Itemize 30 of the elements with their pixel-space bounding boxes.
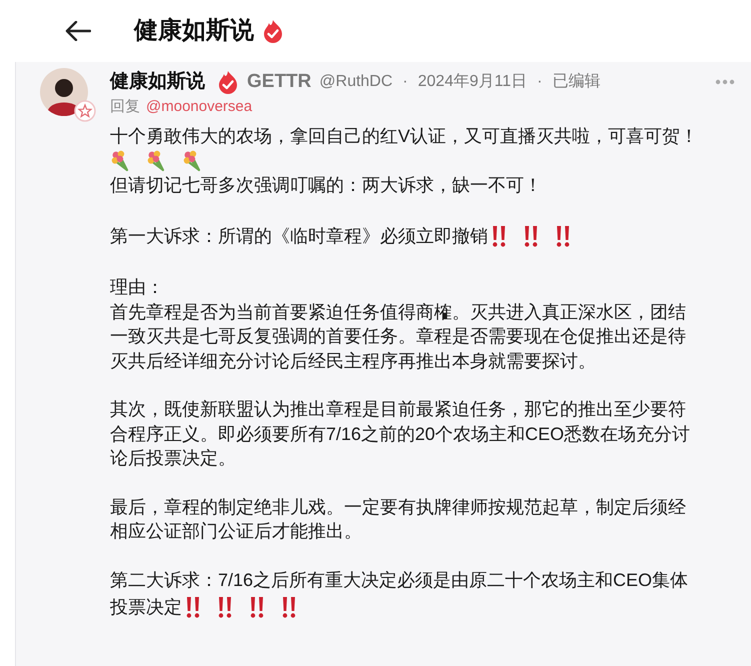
- post-paragraph: 但请切记七哥多次强调叮嘱的：两大诉求，缺一不可！: [110, 174, 542, 194]
- platform-label: GETTR: [247, 70, 312, 94]
- post-paragraph: 十个勇敢伟大的农场，拿回自己的红V认证，又可直播灭共啦，可喜可贺！: [110, 126, 698, 146]
- back-icon[interactable]: [65, 21, 91, 41]
- reply-label: 回复: [110, 96, 140, 117]
- post-paragraph: 第二大诉求：7/16之后所有重大决定必须是由原二十个农场主和CEO集体: [110, 568, 688, 592]
- post-meta-text: ·: [536, 72, 542, 92]
- avatar[interactable]: [40, 68, 88, 116]
- mention-link[interactable]: @moonoversea: [146, 96, 252, 118]
- double-exclamation-icon: [249, 595, 265, 619]
- double-exclamation-icon: [555, 224, 571, 248]
- double-exclamation-icon: [281, 595, 297, 619]
- double-exclamation-icon: [491, 224, 507, 248]
- double-exclamation-icon: [217, 595, 233, 619]
- post-paragraph: 理由： 首先章程是否为当前首要紧迫任务值得商榷。灭共进入真正深水区，团结 一致灭共是七哥反复强调的首要任务。章程是否需要现在仓促推出还是待 灭共后经详细充分讨论后经民主程序再推出本身就需要探讨。: [110, 277, 686, 370]
- post-meta-text: ·: [402, 72, 408, 92]
- star-badge-icon: [74, 100, 96, 122]
- post-paragraph: 第一大诉求：所谓的《临时章程》必须立即撤销: [110, 224, 488, 248]
- post-meta-text: @RuthDC: [319, 72, 393, 92]
- post-paragraph: 其次，既使新联盟认为推出章程是目前最紧迫任务，那它的推出至少要符 合程序正义。即必须要所有7/16之前的20个农场主和CEO悉数在场充分讨 论后投票决定。: [110, 399, 690, 468]
- post-paragraph: 投票决定: [110, 596, 182, 619]
- verified-badge-icon: [217, 70, 239, 94]
- page-title: 健康如斯说: [134, 16, 254, 46]
- verified-badge-icon: [262, 19, 284, 43]
- post-meta-text: 2024年9月11日: [418, 72, 527, 92]
- post-paragraph: 最后，章程的制定绝非儿戏。一定要有执牌律师按规范起草，制定后须经 相应公证部门公证后才能推出。: [110, 496, 686, 541]
- double-exclamation-icon: [523, 224, 539, 248]
- post-meta-text: 已编辑: [552, 72, 600, 92]
- double-exclamation-icon: [185, 595, 201, 619]
- author-name[interactable]: 健康如斯说: [110, 68, 205, 96]
